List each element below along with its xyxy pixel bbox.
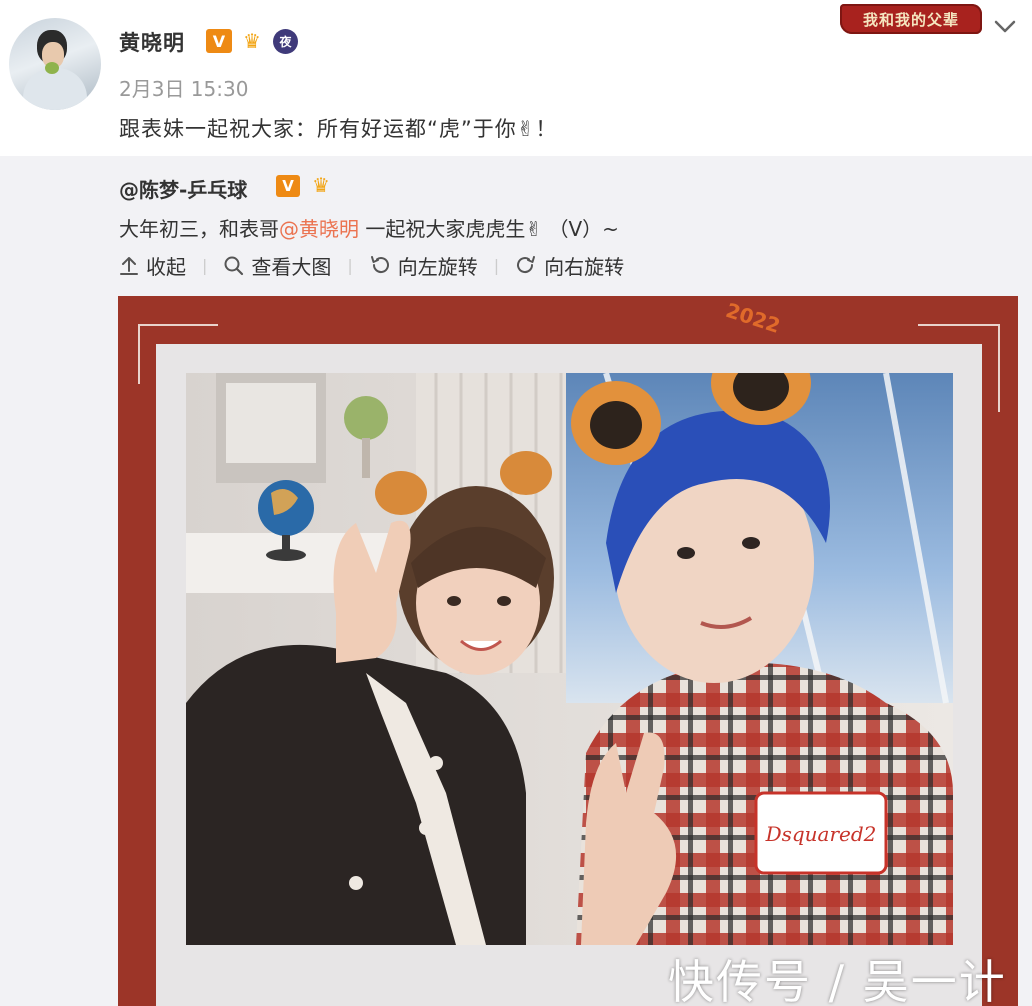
action-divider: | [202,255,208,275]
selfie-illustration: Dsquared2 [186,373,953,945]
shirt-patch-text: Dsquared2 [765,822,877,846]
collapse-button[interactable]: 收起 [119,251,186,280]
crown-badge-icon: ♛ [312,173,330,197]
post-username[interactable]: 黄晓明 [119,27,185,57]
collapse-icon [120,257,138,275]
post-text: 跟表妹一起祝大家：所有好运都“虎”于你✌！ [119,117,558,141]
repost-text-before: 大年初三，和表哥 [119,217,279,241]
view-large-label: 查看大图 [251,254,332,279]
avatar-hand-shape [45,62,59,74]
view-large-button[interactable]: 查看大图 [223,251,331,280]
chevron-down-icon[interactable] [992,14,1018,40]
polaroid-frame: Dsquared2 [156,344,982,1006]
collapse-label: 收起 [146,254,186,279]
night-badge-icon: 夜 [273,29,298,54]
crown-badge-icon: ♛ [243,29,261,53]
rotate-left-icon [370,256,389,274]
weibo-post: 黄晓明 V ♛ 夜 2月3日 15:30 跟表妹一起祝大家：所有好运都“虎”于你… [0,0,1032,156]
rotate-left-label: 向左旋转 [397,254,478,279]
watermark-text: 快传号 / 吴一计 [668,955,1007,1006]
mention-link[interactable]: @黄晓明 [279,217,359,241]
rotate-right-button[interactable]: 向右旋转 [515,251,624,280]
year-label: 2022 [722,297,784,338]
rotate-right-icon [517,256,536,274]
avatar-body-shape [23,68,87,110]
repost-card: @陈梦-乒乓球 V ♛ 大年初三，和表哥@黄晓明 一起祝大家虎虎生✌ （V）~ … [0,156,1032,1006]
search-icon [224,256,244,275]
selfie-image: Dsquared2 [186,373,953,945]
film-stamp-logo: 我和我的父辈 [840,4,982,34]
action-divider: | [347,255,353,275]
image-action-bar: 收起 | 查看大图 | 向左旋转 | 向右旋转 [119,250,624,280]
repost-username[interactable]: @陈梦-乒乓球 [119,174,247,203]
rotate-right-label: 向右旋转 [544,254,625,279]
verified-badge-icon: V [276,175,300,197]
repost-text: 大年初三，和表哥@黄晓明 一起祝大家虎虎生✌ （V）~ [119,213,619,242]
rotate-left-button[interactable]: 向左旋转 [369,251,478,280]
verified-badge-icon: V [206,29,232,53]
action-divider: | [493,255,500,275]
avatar[interactable] [9,18,101,110]
post-photo[interactable]: Dsquared2 2022 [118,296,1018,1006]
repost-text-after: 一起祝大家虎虎生✌ （V）~ [359,217,619,241]
post-timestamp[interactable]: 2月3日 15:30 [119,73,248,102]
